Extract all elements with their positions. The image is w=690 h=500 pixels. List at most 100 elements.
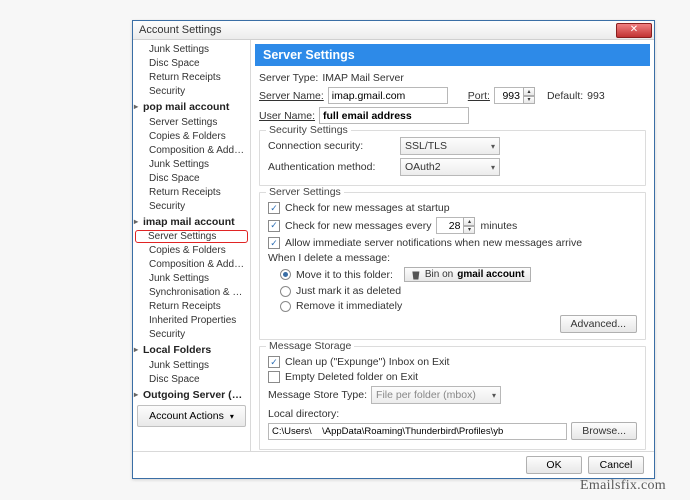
sidebar-item[interactable]: Junk Settings xyxy=(133,358,250,372)
sidebar-item[interactable]: Disc Space xyxy=(133,372,250,386)
minutes-input[interactable] xyxy=(436,217,464,234)
checkbox-icon xyxy=(268,220,280,232)
clean-up-label: Clean up ("Expunge") Inbox on Exit xyxy=(285,356,449,368)
connection-security-combo[interactable]: SSL/TLS ▾ xyxy=(400,137,500,155)
delete-label: When I delete a message: xyxy=(268,252,637,264)
sidebar-item[interactable]: Return Receipts xyxy=(133,185,250,199)
account-node[interactable]: Outgoing Server (S... xyxy=(133,386,250,403)
port-input[interactable] xyxy=(494,87,524,104)
security-settings-group: Security Settings Connection security: S… xyxy=(259,130,646,186)
check-every-option[interactable]: Check for new messages every ▴▾ minutes xyxy=(268,217,637,234)
user-name-label: User Name: xyxy=(259,110,315,122)
check-startup-option[interactable]: Check for new messages at startup xyxy=(268,202,637,214)
minutes-down-icon[interactable]: ▾ xyxy=(463,226,475,235)
checkbox-icon xyxy=(268,371,280,383)
bin-folder-button[interactable]: Bin on gmail account xyxy=(404,267,532,282)
check-every-label-post: minutes xyxy=(480,220,517,232)
sidebar-item[interactable]: Synchronisation & Stora... xyxy=(133,285,250,299)
panel-title: Server Settings xyxy=(255,44,650,66)
allow-notifications-option[interactable]: Allow immediate server notifications whe… xyxy=(268,237,637,249)
chevron-down-icon: ▾ xyxy=(491,142,495,151)
minutes-stepper[interactable]: ▴▾ xyxy=(436,217,475,234)
account-actions-label: Account Actions xyxy=(149,410,224,422)
port-stepper[interactable]: ▴▾ xyxy=(494,87,535,104)
server-type-value: IMAP Mail Server xyxy=(322,72,404,84)
move-to-folder-label: Move it to this folder: xyxy=(296,269,393,281)
account-node[interactable]: pop mail account xyxy=(133,98,250,115)
ok-button[interactable]: OK xyxy=(526,456,582,474)
clean-up-option[interactable]: Clean up ("Expunge") Inbox on Exit xyxy=(268,356,637,368)
browse-button[interactable]: Browse... xyxy=(571,422,637,440)
watermark: Emailsfix.com xyxy=(580,478,666,494)
sidebar-item[interactable]: Return Receipts xyxy=(133,299,250,313)
port-down-icon[interactable]: ▾ xyxy=(523,96,535,105)
sidebar-item[interactable]: Disc Space xyxy=(133,56,250,70)
sidebar-item[interactable]: Junk Settings xyxy=(133,42,250,56)
sidebar-item[interactable]: Security xyxy=(133,199,250,213)
auth-method-combo[interactable]: OAuth2 ▾ xyxy=(400,158,500,176)
local-dir-label: Local directory: xyxy=(268,408,637,420)
mark-deleted-radio[interactable]: Just mark it as deleted xyxy=(280,285,637,297)
close-button[interactable]: ✕ xyxy=(616,23,652,38)
radio-icon xyxy=(280,269,291,280)
mark-deleted-label: Just mark it as deleted xyxy=(296,285,401,297)
store-type-combo[interactable]: File per folder (mbox)▾ xyxy=(371,386,501,404)
advanced-button[interactable]: Advanced... xyxy=(560,315,637,333)
minutes-up-icon[interactable]: ▴ xyxy=(463,217,475,226)
account-tree: Junk SettingsDisc SpaceReturn ReceiptsSe… xyxy=(133,40,251,451)
checkbox-icon xyxy=(268,202,280,214)
bin-on-label: Bin on xyxy=(425,269,453,280)
cancel-button[interactable]: Cancel xyxy=(588,456,644,474)
remove-immediately-radio[interactable]: Remove it immediately xyxy=(280,300,637,312)
port-up-icon[interactable]: ▴ xyxy=(523,87,535,96)
check-every-label-pre: Check for new messages every xyxy=(285,220,431,232)
chevron-down-icon: ▾ xyxy=(492,391,496,400)
sidebar-item[interactable]: Junk Settings xyxy=(133,271,250,285)
sidebar-item[interactable]: Copies & Folders xyxy=(133,243,250,257)
user-name-input[interactable] xyxy=(319,107,469,124)
sidebar-item[interactable]: Security xyxy=(133,327,250,341)
auth-method-value: OAuth2 xyxy=(405,161,441,173)
sidebar-item[interactable]: Junk Settings xyxy=(133,157,250,171)
move-to-folder-radio[interactable]: Move it to this folder: Bin on gmail acc… xyxy=(280,267,637,282)
empty-deleted-label: Empty Deleted folder on Exit xyxy=(285,371,418,383)
radio-icon xyxy=(280,286,291,297)
account-actions-button[interactable]: Account Actions ▾ xyxy=(137,405,246,427)
sidebar-item[interactable]: Server Settings xyxy=(133,115,250,129)
account-node[interactable]: imap mail account xyxy=(133,213,250,230)
check-startup-label: Check for new messages at startup xyxy=(285,202,450,214)
account-settings-window: Account Settings ✕ Junk SettingsDisc Spa… xyxy=(132,20,655,479)
chevron-down-icon: ▾ xyxy=(491,163,495,172)
default-port-label: Default: xyxy=(547,90,583,102)
allow-notifications-label: Allow immediate server notifications whe… xyxy=(285,237,582,249)
remove-immediately-label: Remove it immediately xyxy=(296,300,402,312)
store-type-label: Message Store Type: xyxy=(268,389,367,401)
port-label: Port: xyxy=(468,90,490,102)
bin-account-label: gmail account xyxy=(457,269,524,280)
server-name-input[interactable] xyxy=(328,87,448,104)
server-type-label: Server Type: xyxy=(259,72,318,84)
storage-group-title: Message Storage xyxy=(266,340,354,352)
sidebar-item[interactable]: Disc Space xyxy=(133,171,250,185)
chevron-down-icon: ▾ xyxy=(230,412,234,421)
server-name-label: Server Name: xyxy=(259,90,324,102)
checkbox-icon xyxy=(268,356,280,368)
sidebar-item[interactable]: Copies & Folders xyxy=(133,129,250,143)
sidebar-item[interactable]: Composition & Address... xyxy=(133,143,250,157)
sidebar-item[interactable]: Server Settings xyxy=(135,230,248,243)
settings-panel: Server Settings Server Type: IMAP Mail S… xyxy=(251,40,654,451)
checkbox-icon xyxy=(268,237,280,249)
sidebar-item[interactable]: Inherited Properties xyxy=(133,313,250,327)
sidebar-item[interactable]: Security xyxy=(133,84,250,98)
empty-deleted-option[interactable]: Empty Deleted folder on Exit xyxy=(268,371,637,383)
account-node[interactable]: Local Folders xyxy=(133,341,250,358)
local-dir-input[interactable] xyxy=(268,423,567,440)
titlebar: Account Settings ✕ xyxy=(133,21,654,40)
auth-method-label: Authentication method: xyxy=(268,161,396,173)
security-group-title: Security Settings xyxy=(266,124,351,136)
dialog-footer: OK Cancel xyxy=(133,451,654,478)
sidebar-item[interactable]: Return Receipts xyxy=(133,70,250,84)
connection-security-value: SSL/TLS xyxy=(405,140,447,152)
sidebar-item[interactable]: Composition & Address... xyxy=(133,257,250,271)
message-storage-group: Message Storage Clean up ("Expunge") Inb… xyxy=(259,346,646,450)
